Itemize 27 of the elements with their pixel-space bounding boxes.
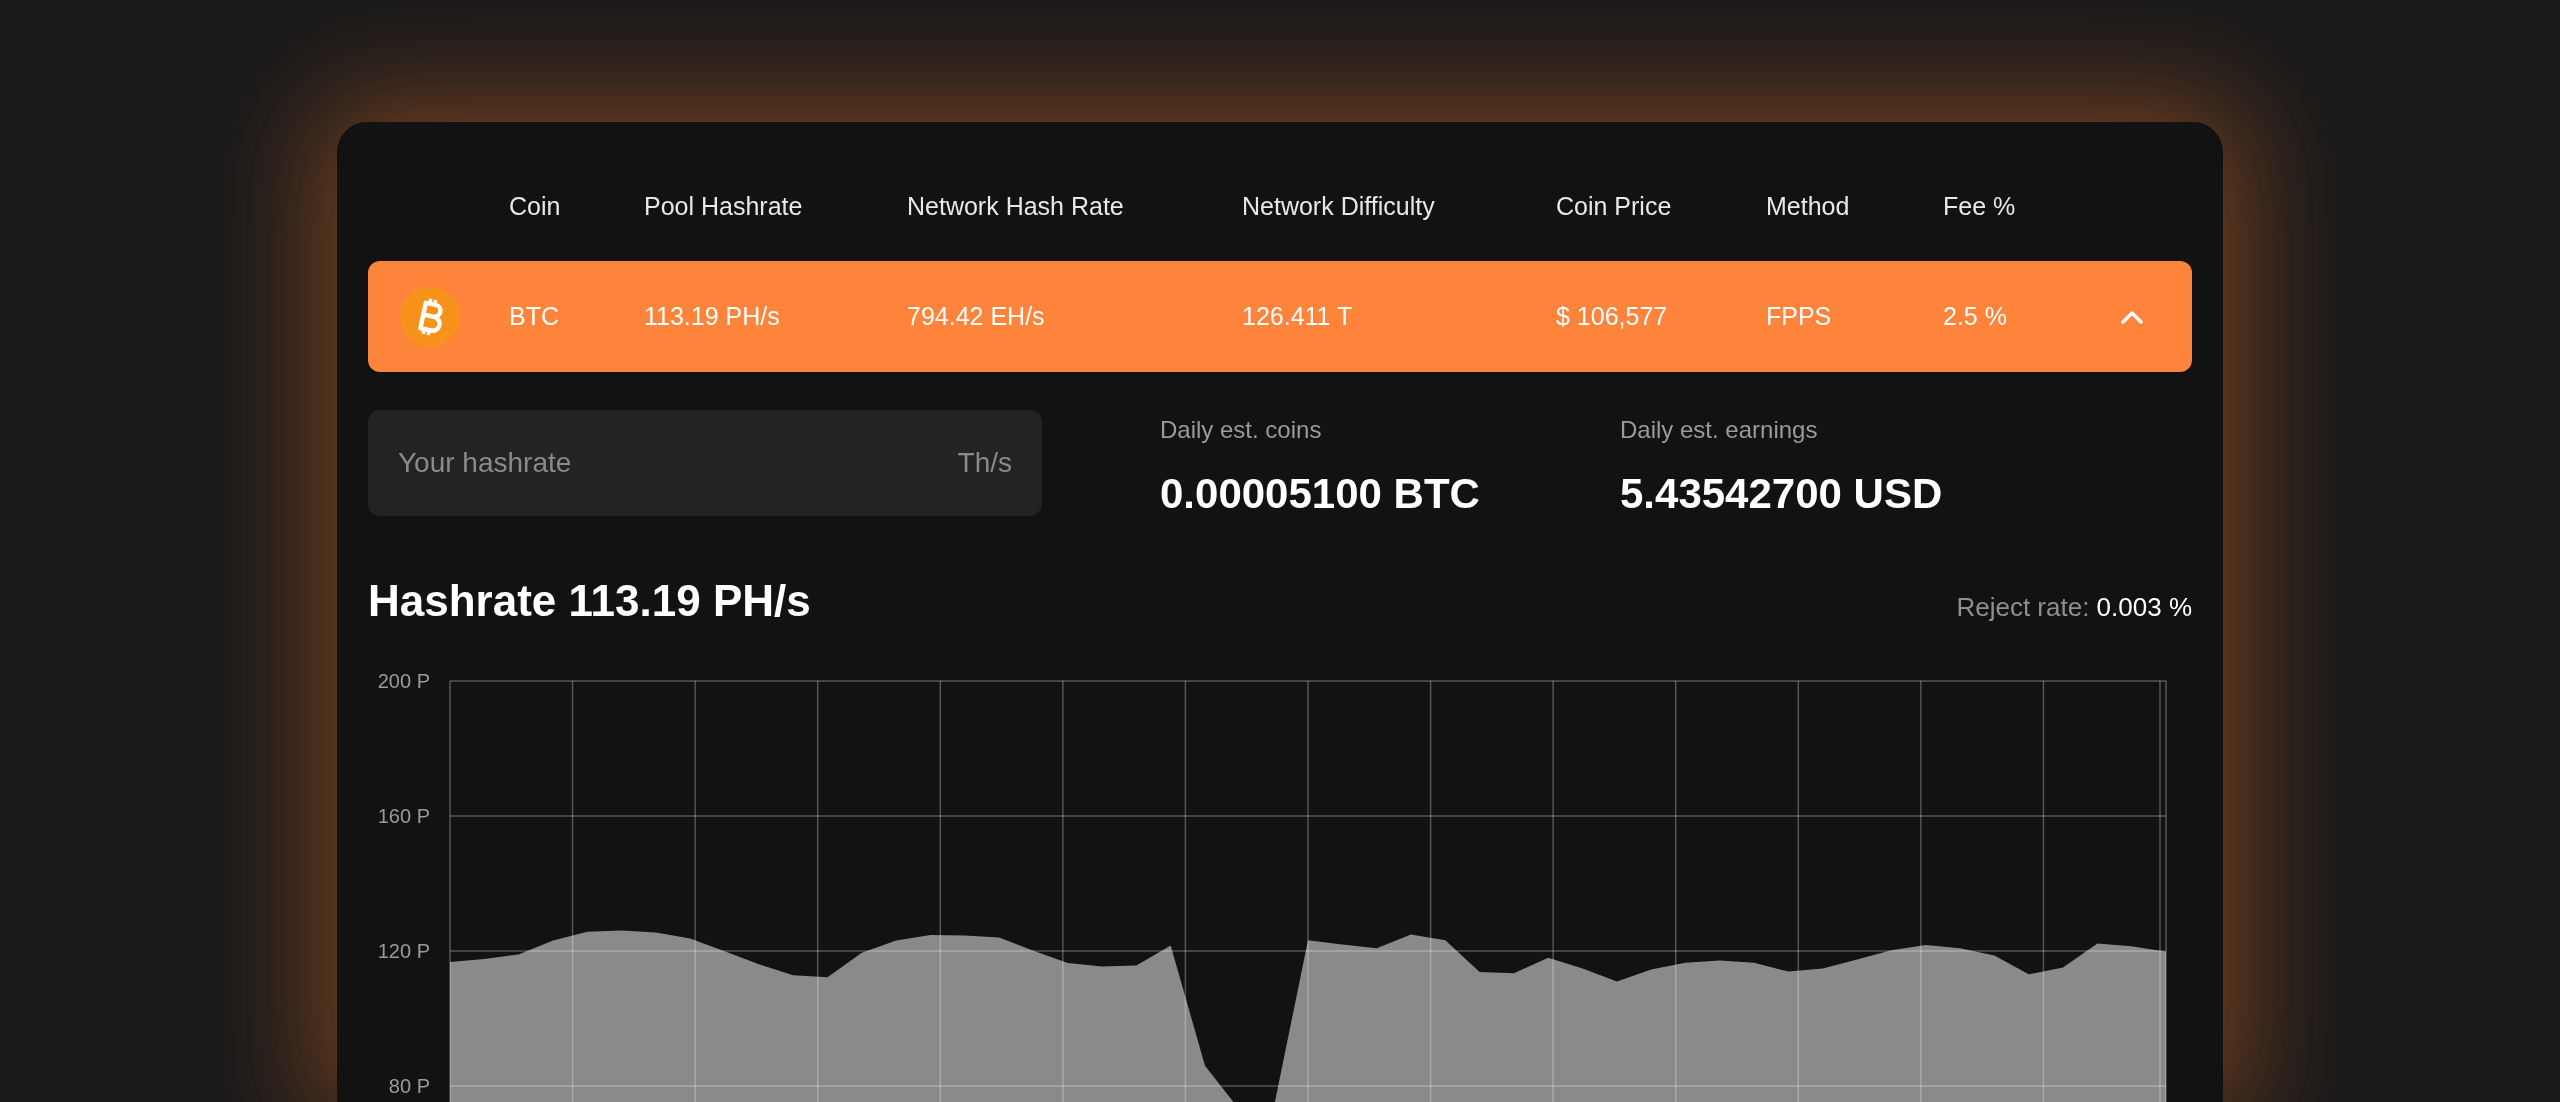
table-cell-text: 2.5 % (1943, 300, 2008, 332)
table-cell-text: 794.42 EH/s (907, 300, 1046, 332)
column-header: Method (1766, 190, 1851, 222)
stat-value: 5.43542700 USD (1620, 469, 1943, 519)
table-cell-text: 113.19 PH/s (644, 300, 781, 332)
y-axis-label: 80 P (388, 1075, 430, 1097)
stat-label: Daily est. earnings (1620, 415, 1819, 445)
coin-icon (399, 285, 461, 348)
stat-value: 0.00005100 BTC (1160, 469, 1481, 519)
chevron-icon (2121, 309, 2143, 324)
column-header: Network Difficulty (1242, 190, 1436, 222)
hashrate-title: Hashrate 113.19 PH/s (368, 575, 811, 627)
unit-label: Th/s (957, 446, 1012, 480)
table-cell-text: FPPS (1766, 300, 1833, 332)
y-axis-label: 160 P (377, 805, 430, 827)
y-axis-label: 200 P (377, 670, 430, 692)
table-cell-text: 126.411 T (1242, 300, 1354, 332)
column-header: Fee % (1943, 190, 2017, 222)
stat-label: Daily est. coins (1160, 415, 1323, 445)
table-cell-text: $ 106,577 (1556, 300, 1669, 332)
column-header: Coin Price (1556, 190, 1673, 222)
reject-rate-text: Reject rate: 0.003 % (1956, 591, 2192, 624)
column-header: Coin (509, 190, 562, 222)
table-cell-text: BTC (509, 300, 560, 332)
y-axis-label: 120 P (377, 940, 430, 962)
column-header: Pool Hashrate (644, 190, 804, 222)
column-header: Network Hash Rate (907, 190, 1125, 222)
